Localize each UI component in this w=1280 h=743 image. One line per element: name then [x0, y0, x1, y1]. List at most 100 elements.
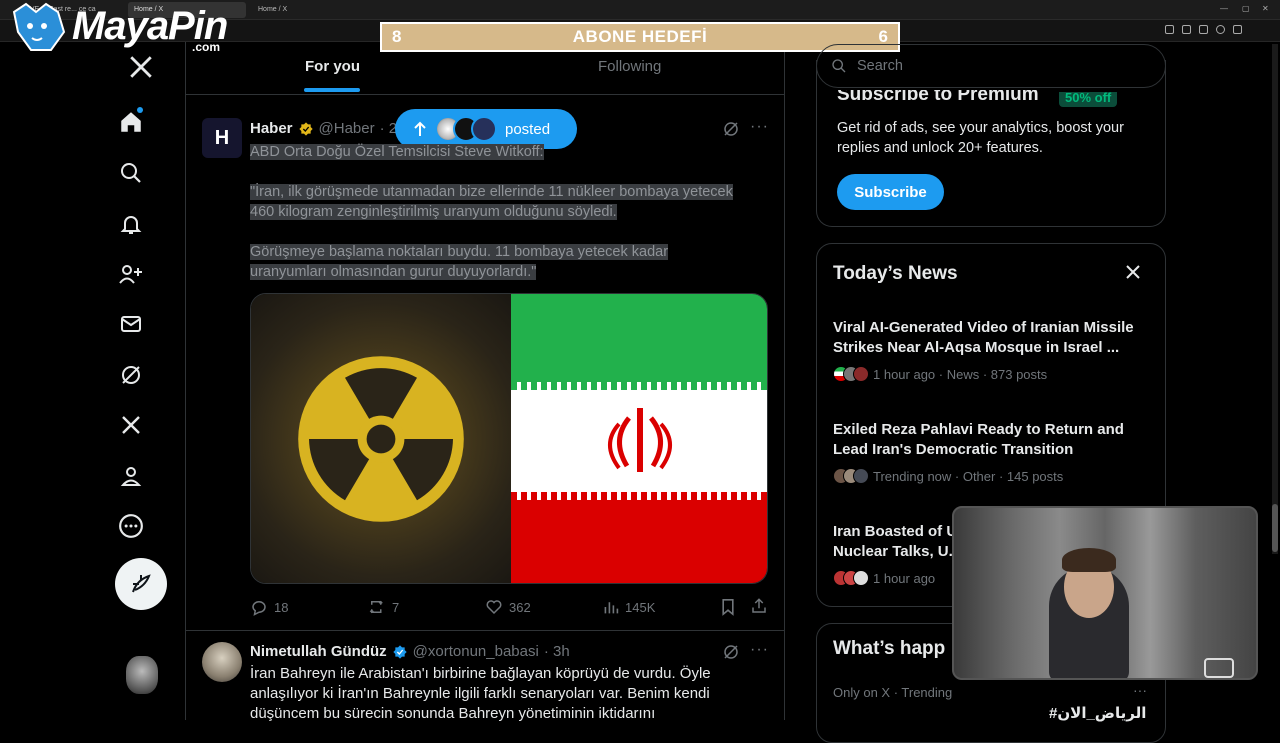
browser-toolbar-icons — [1165, 25, 1242, 34]
profile-icon[interactable] — [116, 461, 146, 491]
more-icon[interactable] — [116, 511, 146, 541]
news-title-line: Exiled Reza Pahlavi Ready to Return and — [833, 421, 1124, 438]
x-premium-icon[interactable] — [116, 410, 146, 440]
trend-meta: Only on X · Trending — [833, 685, 953, 700]
heart-icon — [486, 600, 502, 615]
radiation-image — [251, 294, 511, 583]
post-time[interactable]: · 3h — [544, 643, 570, 660]
post-line: İran Bahreyn ile Arabistan'ı birbirine b… — [250, 665, 711, 682]
post-line: ABD Orta Doğu Özel Temsilcisi Steve Witk… — [250, 144, 544, 160]
post-more-icon[interactable]: ··· — [750, 641, 769, 659]
home-icon[interactable] — [116, 107, 146, 137]
goal-title: ABONE HEDEFİ — [572, 27, 708, 46]
messages-icon[interactable] — [116, 309, 146, 339]
settings-icon[interactable] — [1233, 25, 1242, 34]
reply-icon — [252, 601, 266, 616]
divider — [185, 94, 785, 95]
bookmark-icon[interactable] — [720, 598, 736, 621]
browser-tab[interactable]: Home / X — [252, 2, 370, 18]
extension-icon[interactable] — [1165, 25, 1174, 34]
account-avatar[interactable] — [126, 656, 158, 694]
news-meta: 1 hour ago — [873, 570, 936, 586]
radiation-symbol-icon — [298, 356, 464, 522]
notifications-icon[interactable] — [116, 209, 146, 239]
profile-icon[interactable] — [1216, 25, 1225, 34]
grok-explain-icon[interactable] — [722, 643, 740, 666]
news-avatar — [853, 468, 869, 484]
news-item[interactable]: Viral AI-Generated Video of Iranian Miss… — [833, 318, 1153, 382]
premium-title: Subscribe to Premium — [837, 84, 1039, 105]
post-author-handle[interactable]: @Haber — [319, 120, 375, 137]
post-line: uranyumları olmasından gurur duyuyorlard… — [250, 264, 537, 280]
views-button[interactable]: 145K — [603, 598, 655, 616]
post-line: 460 kilogram zenginleştirilmiş uranyum o… — [250, 204, 617, 220]
like-button[interactable]: 362 — [485, 598, 531, 616]
goal-left-value: 8 — [392, 27, 402, 46]
post-avatar-nimetullah[interactable] — [202, 642, 242, 682]
webcam-corner-icon — [1204, 658, 1234, 678]
x-logo-icon[interactable] — [126, 52, 156, 82]
like-count: 362 — [509, 599, 531, 615]
iran-flag-image — [511, 294, 767, 583]
minimize-icon[interactable]: — — [1220, 4, 1228, 13]
news-avatar — [853, 570, 869, 586]
views-icon — [604, 602, 619, 614]
post-text: ABD Orta Doğu Özel Temsilcisi Steve Witk… — [250, 142, 770, 282]
webcam-overlay — [952, 506, 1258, 680]
post-author-name[interactable]: Haber — [250, 120, 293, 137]
post-more-icon[interactable]: ··· — [750, 118, 769, 136]
premium-card: Subscribe to Premium 50% off Get rid of … — [816, 60, 1166, 227]
post-button[interactable] — [115, 558, 167, 610]
news-title-line: Viral AI-Generated Video of Iranian Miss… — [833, 319, 1134, 336]
tiger-logo-icon — [12, 2, 66, 51]
arrow-up-icon — [414, 121, 426, 136]
post-author-name[interactable]: Nimetullah Gündüz — [250, 643, 387, 660]
news-avatar — [853, 366, 869, 382]
notification-dot — [137, 107, 143, 113]
explore-icon[interactable] — [116, 158, 146, 188]
news-meta: Trending now · Other · 145 posts — [873, 468, 1064, 484]
channel-logo: MayaPin .com — [6, 2, 236, 54]
close-icon[interactable] — [1125, 264, 1141, 285]
post-author-handle[interactable]: @xortonun_babasi — [413, 643, 539, 660]
streamer-hair — [1062, 548, 1116, 572]
extension-icon[interactable] — [1199, 25, 1208, 34]
tab-for-you[interactable]: For you — [305, 58, 360, 75]
scrollbar-track[interactable] — [1272, 44, 1278, 554]
post-header: Haber @Haber · 2 — [250, 120, 397, 137]
post-line: "İran, ilk görüşmede utanmadan bize elle… — [250, 184, 733, 200]
trend-more-icon[interactable]: ··· — [1133, 682, 1147, 698]
grok-icon[interactable] — [116, 360, 146, 390]
trend-hashtag[interactable]: #الرياض_الان — [1049, 704, 1146, 722]
verified-blue-icon — [393, 644, 407, 659]
reply-button[interactable]: 18 — [250, 598, 288, 616]
compose-icon — [132, 574, 151, 593]
verified-gold-icon — [298, 121, 313, 136]
extension-icon[interactable] — [1182, 25, 1191, 34]
pill-avatar — [471, 116, 497, 142]
news-meta: 1 hour ago · News · 873 posts — [873, 366, 1048, 382]
repost-count: 7 — [392, 599, 400, 615]
views-count: 145K — [625, 599, 656, 615]
post-line: anlaşılıyor ki İran'ın Bahreynle ilgili … — [250, 685, 710, 702]
logo-suffix: .com — [192, 40, 221, 54]
post-text: İran Bahreyn ile Arabistan'ı birbirine b… — [250, 664, 775, 724]
tab-following[interactable]: Following — [598, 58, 661, 75]
share-icon[interactable] — [750, 597, 768, 620]
active-tab-indicator — [304, 88, 360, 92]
post-line: Görüşmeye başlama noktaları buydu. 11 bo… — [250, 244, 669, 260]
divider — [185, 630, 785, 631]
news-heading: Today’s News — [833, 263, 958, 284]
premium-text: Get rid of ads, see your analytics, boos… — [837, 120, 1124, 156]
grok-explain-icon[interactable] — [722, 120, 740, 143]
scrollbar-thumb[interactable] — [1272, 504, 1278, 552]
maximize-icon[interactable]: ▢ — [1242, 4, 1250, 13]
repost-button[interactable]: 7 — [368, 598, 399, 616]
follow-icon[interactable] — [116, 259, 146, 289]
post-media[interactable] — [250, 293, 768, 584]
news-item[interactable]: Exiled Reza Pahlavi Ready to Return and … — [833, 420, 1153, 484]
post-avatar-haber[interactable]: H — [202, 118, 242, 158]
close-window-icon[interactable]: ✕ — [1262, 4, 1269, 13]
post-header: Nimetullah Gündüz @xortonun_babasi · 3h — [250, 643, 570, 660]
subscribe-button[interactable]: Subscribe — [837, 174, 944, 210]
